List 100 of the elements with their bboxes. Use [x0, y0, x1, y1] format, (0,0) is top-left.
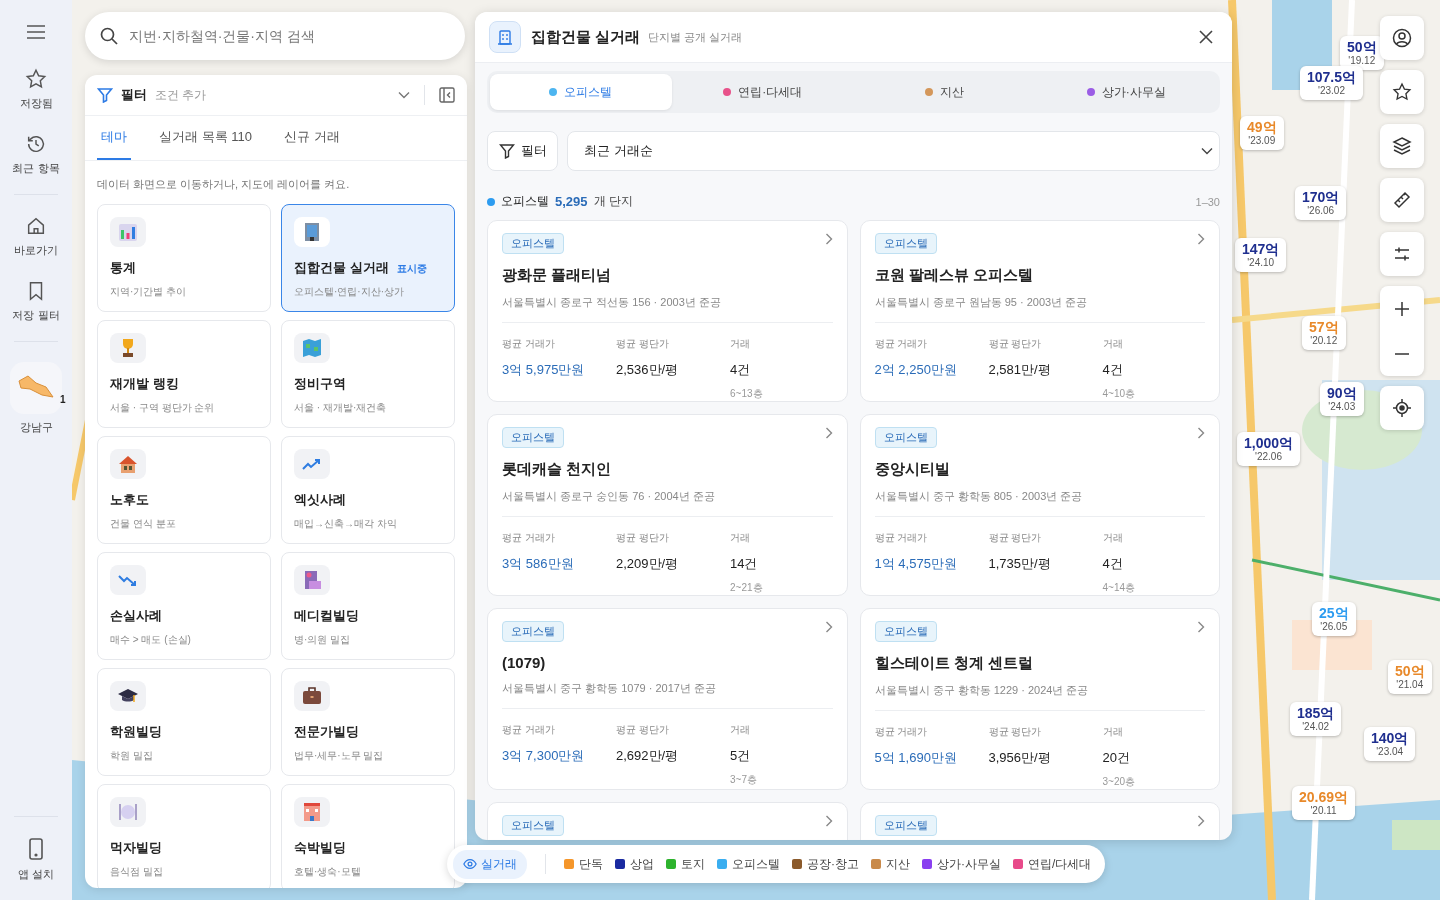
type-tag: 오피스텔: [874, 427, 937, 448]
listing-card[interactable]: 오피스텔 힐스테이트 청계 센트럴 서울특별시 중구 황학동 1229 · 2024년 준공 평균 거래가 5억 1,690만원 평균 평단가 3,956만/평 거래 20건 3~20층: [859, 608, 1220, 790]
layers-icon[interactable]: [1380, 124, 1424, 168]
result-range: 1–30: [1195, 195, 1220, 208]
tab[interactable]: 신규 거래: [279, 116, 344, 160]
stat-value: 4건: [1102, 555, 1123, 573]
stat-label: 평균 평단가: [616, 723, 669, 737]
card-title: 통계: [110, 259, 136, 277]
price-marker[interactable]: 20.69억 '20.11: [1292, 786, 1356, 820]
floor-range: 4~10층: [1102, 387, 1136, 401]
card-title: 전문가빌딩: [294, 723, 359, 741]
category-tab[interactable]: 지산: [853, 74, 1036, 110]
building-icon: [489, 21, 521, 53]
listing-card[interactable]: 오피스텔: [859, 802, 1220, 840]
theme-card[interactable]: 메디컬빌딩 병·의원 밀집: [281, 552, 455, 660]
tab[interactable]: 실거래 목록 110: [155, 116, 256, 160]
rail-item[interactable]: 저장됨: [19, 64, 53, 115]
legend-label: 상가·사무실: [937, 855, 1001, 873]
price-marker[interactable]: 50억 '21.04: [1388, 660, 1432, 694]
price-marker[interactable]: 107.5억 '23.02: [1300, 66, 1364, 100]
listing-card[interactable]: 오피스텔 코원 팔레스뷰 오피스텔 서울특별시 종로구 원남동 95 · 2003년 준공 평균 거래가 2억 2,250만원 평균 평단가 2,581만/평 거래 4건 4~10층: [859, 220, 1220, 402]
stat-value: 5건: [730, 747, 751, 765]
locate-icon[interactable]: [1380, 386, 1424, 430]
price-marker[interactable]: 57억 '20.12: [1302, 316, 1346, 350]
down-icon: [110, 565, 146, 595]
filter-button[interactable]: 필터: [487, 131, 558, 171]
theme-card[interactable]: 정비구역 서울 · 재개발·재건축: [281, 320, 455, 428]
price-marker[interactable]: 185억 '24.02: [1290, 702, 1342, 736]
theme-card[interactable]: 전문가빌딩 법무·세무·노무 밀집: [281, 668, 455, 776]
collapse-panel-icon[interactable]: [439, 87, 455, 103]
count-label: 1: [60, 394, 66, 405]
trophy-icon: [110, 333, 146, 363]
theme-card[interactable]: 학원빌딩 학원 밀집: [97, 668, 271, 776]
theme-card[interactable]: 재개발 랭킹 서울 · 구역 평단가 순위: [97, 320, 271, 428]
panel-title: 집합건물 실거래: [531, 27, 641, 47]
tab[interactable]: 테마: [97, 116, 131, 160]
history-icon: [25, 133, 47, 155]
toggle-chip[interactable]: 실거래: [453, 849, 527, 879]
listing-name: 코원 팔레스뷰 오피스텔: [874, 266, 1034, 285]
card-subtitle: 법무·세무·노무 밀집: [294, 749, 384, 763]
stat-value: 2,209만/평: [616, 555, 679, 573]
chevron-right-icon: [1197, 621, 1205, 633]
filter-label: 필터: [121, 86, 147, 104]
listing-name: (1079): [502, 654, 547, 671]
stat-label: 평균 평단가: [988, 531, 1042, 545]
search-field[interactable]: 지번·지하철역·건물·지역 검색: [85, 12, 465, 60]
listing-address: 서울특별시 종로구 적선동 156 · 2003년 준공: [502, 295, 833, 323]
up-icon: [294, 449, 330, 479]
rail-item[interactable]: 저장 필터: [12, 276, 60, 327]
stat-label: 평균 평단가: [988, 337, 1042, 351]
card-title: 노후도: [110, 491, 149, 509]
category-tab[interactable]: 오피스텔: [490, 74, 672, 110]
listing-name: 중앙시티빌: [874, 460, 951, 479]
chevron-right-icon: [1197, 233, 1205, 245]
sort-dropdown[interactable]: 최근 거래순: [567, 131, 1220, 171]
listing-card[interactable]: 오피스텔 (1079) 서울특별시 중구 황학동 1079 · 2017년 준공 평균 거래가 3억 7,300만원 평균 평단가 2,692만/평 거래 5건 3~7층: [487, 608, 848, 790]
theme-card[interactable]: 손실사례 매수 > 매도 (손실): [97, 552, 271, 660]
card-title: 집합건물 실거래: [294, 259, 389, 277]
price-marker[interactable]: 49억 '23.09: [1240, 116, 1284, 150]
card-subtitle: 지역·기간별 추이: [110, 285, 187, 299]
legend-label: 토지: [681, 855, 705, 873]
ruler-icon[interactable]: [1380, 178, 1424, 222]
type-tag: 오피스텔: [502, 233, 564, 254]
card-subtitle: 건물 연식 분포: [110, 517, 176, 531]
stat-label: 평균 평단가: [988, 725, 1042, 739]
theme-card[interactable]: 엑싯사례 매입→신축→매각 차익: [281, 436, 455, 544]
chevron-right-icon: [824, 621, 833, 633]
stat-label: 평균 거래가: [874, 725, 928, 739]
listing-name: 힐스테이트 청계 센트럴: [874, 654, 1034, 673]
card-title: 숙박빌딩: [294, 839, 346, 857]
theme-card[interactable]: 집합건물 실거래 표시중 오피스텔·연립·지산·상가: [281, 204, 455, 312]
price-marker[interactable]: 140억 '23.04: [1364, 727, 1416, 761]
listing-card[interactable]: 오피스텔 광화문 플래티넘 서울특별시 종로구 적선동 156 · 2003년 준공 평균 거래가 3억 5,975만원 평균 평단가 2,536만/평 거래 4건 6~13층: [487, 220, 848, 402]
price-marker[interactable]: 170억 '26.06: [1295, 186, 1347, 220]
price-marker[interactable]: 90억 '24.03: [1320, 382, 1364, 416]
category-tab[interactable]: 상가·사무실: [1035, 74, 1217, 110]
price-marker[interactable]: 25억 '26.05: [1312, 602, 1356, 636]
stat-value: 2,581만/평: [988, 361, 1051, 379]
rail-item[interactable]: 최근 항목: [12, 129, 60, 180]
chevron-down-icon[interactable]: [398, 91, 410, 99]
settings-icon[interactable]: [1380, 232, 1424, 276]
listing-card[interactable]: 오피스텔 롯데캐슬 천지인 서울특별시 종로구 숭인동 76 · 2004년 준공 평균 거래가 3억 586만원 평균 평단가 2,209만/평 거래 14건 2~21층: [487, 414, 848, 596]
stat-value: 4건: [1102, 361, 1123, 379]
theme-card[interactable]: 노후도 건물 연식 분포: [97, 436, 271, 544]
stat-value: 3억 586만원: [502, 555, 574, 573]
panel-subtitle: 단지별 공개 실거래: [648, 29, 743, 45]
profile-icon[interactable]: [1380, 16, 1424, 60]
theme-card[interactable]: 통계 지역·기간별 추이: [97, 204, 271, 312]
category-tab[interactable]: 연립·다세대: [671, 74, 854, 110]
listing-card[interactable]: 오피스텔: [487, 802, 848, 840]
price-marker[interactable]: 147억 '24.10: [1235, 238, 1287, 272]
stat-label: 평균 거래가: [502, 337, 555, 351]
card-title: 메디컬빌딩: [294, 607, 359, 625]
hint-text: 데이터 화면으로 이동하거나, 지도에 레이어를 켜요.: [97, 177, 351, 192]
rail-item[interactable]: 바로가기: [14, 211, 58, 262]
rail-item[interactable]: 앱 설치: [17, 833, 55, 886]
listing-card[interactable]: 오피스텔 중앙시티빌 서울특별시 중구 황학동 805 · 2003년 준공 평균 거래가 1억 4,575만원 평균 평단가 1,735만/평 거래 4건 4~14층: [859, 414, 1220, 596]
price-marker[interactable]: 1,000억 '22.06: [1237, 432, 1301, 466]
stat-label: 평균 거래가: [874, 531, 928, 545]
card-subtitle: 서울 · 구역 평단가 순위: [110, 401, 215, 415]
